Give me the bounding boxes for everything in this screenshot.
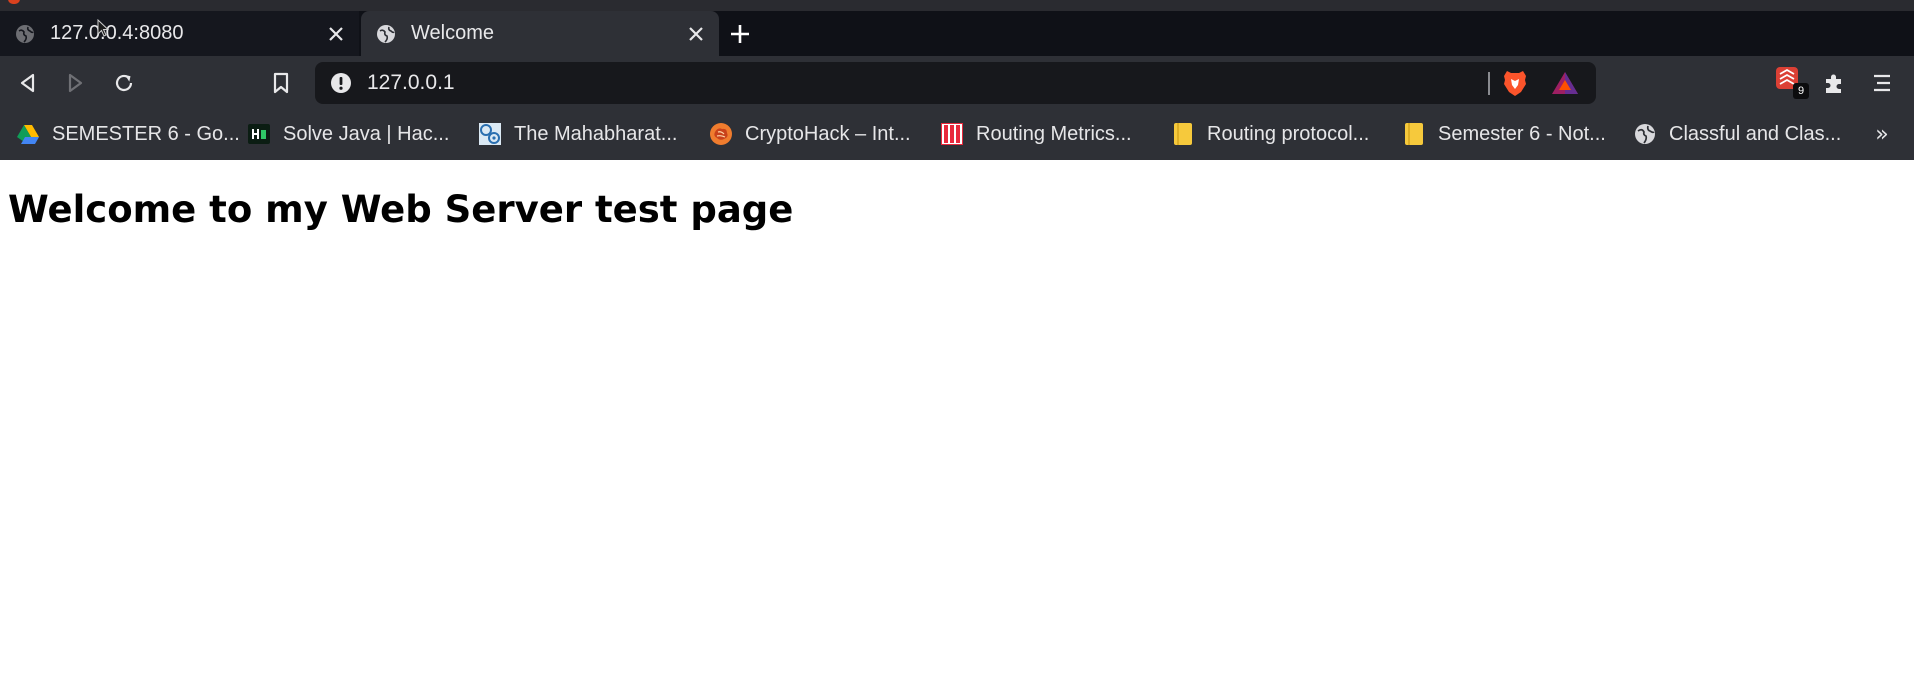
navigation-toolbar: 127.0.0.1 9 <box>0 56 1914 110</box>
bookmark-item[interactable]: The Mahabharat... <box>478 110 677 158</box>
url-text[interactable]: 127.0.0.1 <box>367 71 455 95</box>
close-tab-icon[interactable] <box>681 19 711 49</box>
tab-welcome[interactable]: Welcome <box>361 11 719 56</box>
bookmark-icon <box>273 72 289 94</box>
bookmark-label: SEMESTER 6 - Go... <box>52 122 240 145</box>
plus-icon <box>731 25 749 43</box>
bookmark-page-button[interactable] <box>263 65 299 101</box>
routing-metrics-icon <box>940 122 964 146</box>
bookmark-item[interactable]: Classful and Clas... <box>1633 110 1841 158</box>
bookmark-item[interactable]: Solve Java | Hac... <box>247 110 449 158</box>
extensions-button[interactable] <box>1816 65 1852 101</box>
bookmark-label: Routing protocol... <box>1207 122 1370 145</box>
forward-button[interactable] <box>57 65 93 101</box>
extension-badge-count: 9 <box>1793 83 1809 99</box>
hamburger-menu-icon <box>1874 74 1890 92</box>
new-tab-button[interactable] <box>724 18 756 50</box>
globe-icon <box>1633 122 1657 146</box>
bookmark-label: Routing Metrics... <box>976 122 1132 145</box>
page-heading: Welcome to my Web Server test page <box>8 188 794 231</box>
reload-icon <box>115 74 133 92</box>
cryptohack-icon <box>709 122 733 146</box>
back-button[interactable] <box>10 65 46 101</box>
tab-strip: 127.0.0.4:8080 Welcome <box>0 11 1914 56</box>
bookmark-label: Semester 6 - Not... <box>1438 122 1606 145</box>
brave-rewards-icon[interactable] <box>1551 71 1579 99</box>
mahabharata-icon <box>478 122 502 146</box>
bookmark-item[interactable]: Semester 6 - Not... <box>1402 110 1606 158</box>
bookmark-label: The Mahabharat... <box>514 122 678 145</box>
todoist-extension-button[interactable]: 9 <box>1774 65 1809 101</box>
window-control-dot[interactable] <box>8 0 20 4</box>
address-bar-divider <box>1488 72 1490 95</box>
bookmarks-overflow-chevron-icon[interactable]: » <box>1866 118 1898 150</box>
not-secure-info-icon[interactable] <box>330 72 352 94</box>
close-tab-icon[interactable] <box>321 19 351 49</box>
forward-arrow-icon <box>68 73 83 93</box>
tab-title: 127.0.0.4:8080 <box>50 22 184 44</box>
hackerrank-icon <box>247 122 271 146</box>
globe-icon <box>14 23 36 45</box>
bookmark-label: Classful and Clas... <box>1669 122 1842 145</box>
page-viewport: Welcome to my Web Server test page <box>0 160 1914 683</box>
tab-title: Welcome <box>411 22 494 44</box>
tab-localhost-8080[interactable]: 127.0.0.4:8080 <box>0 11 359 56</box>
brave-shields-icon[interactable] <box>1502 69 1528 101</box>
google-drive-icon <box>16 122 40 146</box>
bookmark-item[interactable]: Routing protocol... <box>1171 110 1369 158</box>
bookmark-label: CryptoHack – Int... <box>745 122 911 145</box>
notes-icon <box>1402 122 1426 146</box>
bookmark-item[interactable]: SEMESTER 6 - Go... <box>16 110 240 158</box>
mouse-cursor-icon <box>97 18 110 41</box>
window-top-strip <box>0 0 1914 11</box>
back-arrow-icon <box>20 73 35 93</box>
bookmark-item[interactable]: Routing Metrics... <box>940 110 1132 158</box>
puzzle-icon <box>1826 74 1841 93</box>
bookmark-label: Solve Java | Hac... <box>283 122 450 145</box>
address-bar[interactable]: 127.0.0.1 <box>315 62 1596 104</box>
bookmark-item[interactable]: CryptoHack – Int... <box>709 110 911 158</box>
notes-icon <box>1171 122 1195 146</box>
reload-button[interactable] <box>106 65 142 101</box>
globe-icon <box>375 23 397 45</box>
main-menu-button[interactable] <box>1864 65 1900 101</box>
bookmarks-bar: SEMESTER 6 - Go... Solve Java | Hac... T… <box>0 110 1914 160</box>
